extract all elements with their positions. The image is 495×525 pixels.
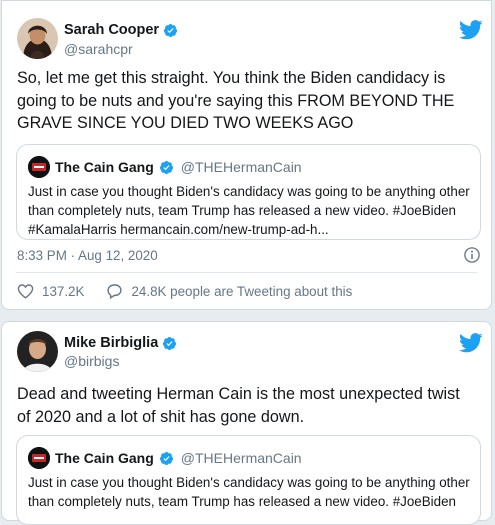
tweet-text: So, let me get this straight. You think … — [17, 69, 455, 132]
verified-badge-icon — [159, 160, 173, 174]
twitter-bird-icon[interactable] — [459, 333, 483, 353]
timestamp[interactable]: 8:33 PM · Aug 12, 2020 — [17, 248, 158, 263]
quoted-avatar — [28, 447, 50, 469]
avatar[interactable] — [17, 18, 58, 59]
author-handle[interactable]: @birbigs — [64, 353, 119, 369]
conversation-link[interactable]: 24.8K people are Tweeting about this — [131, 284, 352, 299]
author-handle[interactable]: @sarahcpr — [64, 41, 133, 57]
like-count[interactable]: 137.2K — [42, 284, 84, 299]
author-name[interactable]: Sarah Cooper — [64, 22, 178, 38]
verified-badge-icon — [164, 23, 178, 37]
heart-icon[interactable] — [17, 283, 34, 299]
verified-badge-icon — [159, 451, 173, 465]
verified-badge-icon — [163, 336, 177, 350]
info-icon[interactable] — [463, 246, 481, 264]
quoted-tweet-text: Just in case you thought Biden's candida… — [28, 184, 470, 237]
quoted-author-handle: @THEHermanCain — [180, 450, 302, 466]
tweet-text: Dead and tweeting Herman Cain is the mos… — [17, 385, 460, 426]
tweet-card-mike-birbiglia[interactable]: Mike Birbiglia @birbigs Dead and tweetin… — [1, 321, 492, 525]
author-name-text[interactable]: Sarah Cooper — [64, 22, 159, 38]
quoted-avatar — [28, 156, 50, 178]
author-name-text[interactable]: Mike Birbiglia — [64, 335, 158, 351]
avatar[interactable] — [17, 331, 58, 372]
divider — [16, 272, 477, 273]
author-name[interactable]: Mike Birbiglia — [64, 335, 177, 351]
reply-bubble-icon[interactable] — [106, 283, 123, 299]
quoted-author-handle: @THEHermanCain — [180, 159, 302, 175]
tweet-actions: 137.2K 24.8K people are Tweeting about t… — [17, 283, 352, 299]
quoted-tweet-text: Just in case you thought Biden's candida… — [28, 475, 470, 509]
quoted-author-name: The Cain Gang — [55, 159, 154, 175]
tweet-card-sarah-cooper[interactable]: Sarah Cooper @sarahcpr So, let me get th… — [1, 0, 492, 310]
quoted-tweet[interactable]: The Cain Gang @THEHermanCain Just in cas… — [16, 144, 481, 240]
twitter-bird-icon[interactable] — [459, 20, 483, 40]
quoted-author-name: The Cain Gang — [55, 450, 154, 466]
